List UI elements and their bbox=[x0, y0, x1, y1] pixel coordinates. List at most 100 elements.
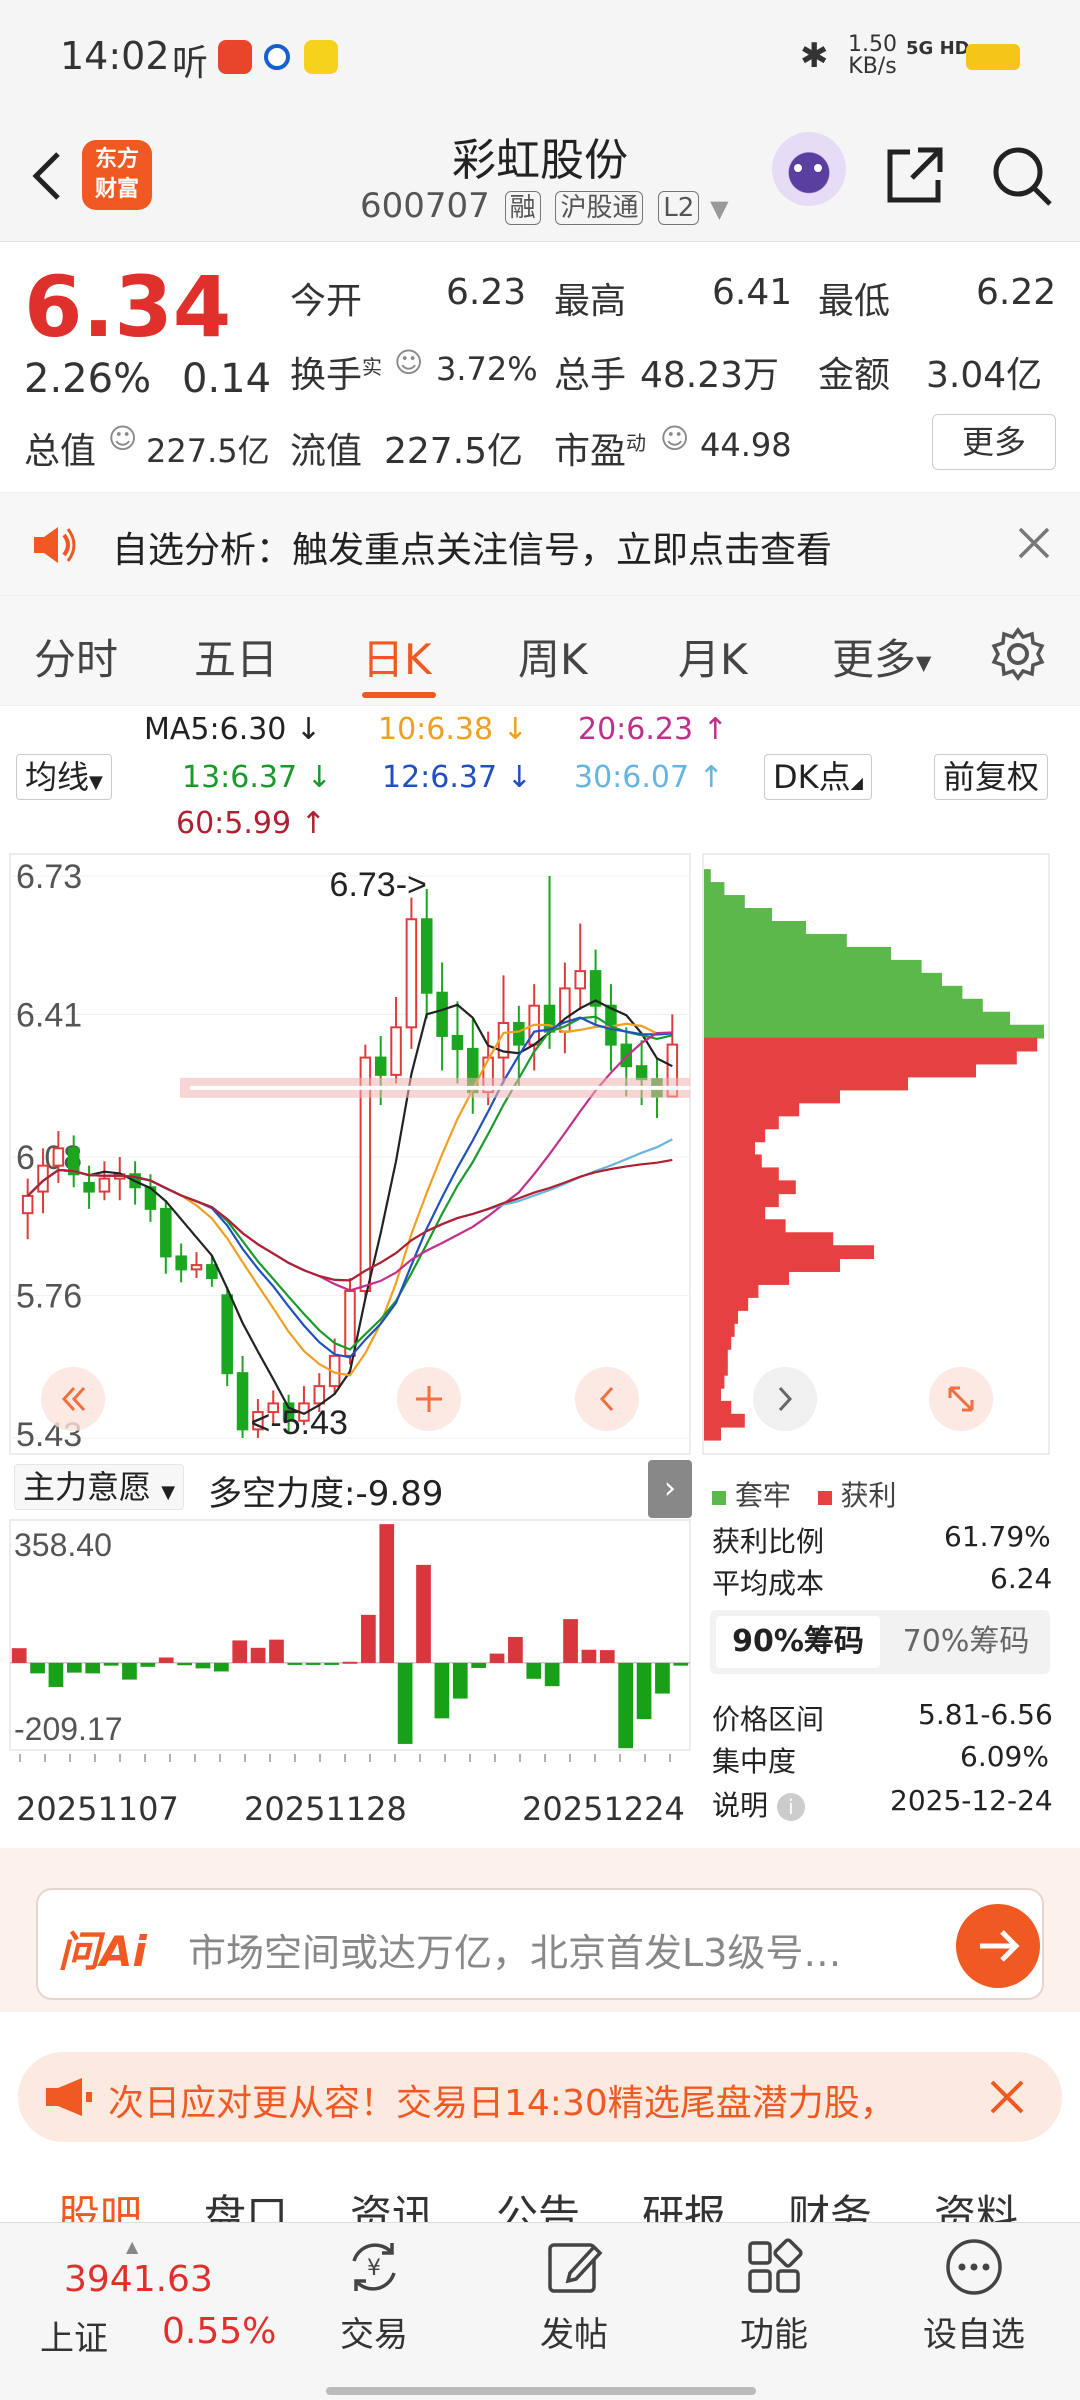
x-label-start: 20251107 bbox=[16, 1790, 179, 1828]
chip-bar bbox=[704, 1141, 755, 1156]
avg-cost-label: 平均成本 bbox=[712, 1567, 825, 1600]
arrow-right-icon[interactable] bbox=[956, 1904, 1040, 1988]
chip-bar bbox=[704, 1037, 1038, 1052]
info-icon[interactable]: i bbox=[776, 1793, 805, 1821]
candle-body bbox=[390, 1026, 402, 1076]
ma60-value: 60:5.99 ↑ bbox=[176, 806, 326, 841]
indicator-selector[interactable]: 主力意愿 ▼ bbox=[14, 1464, 185, 1510]
indicator-value: 多空力度:-9.89 bbox=[208, 1474, 444, 1514]
chip-bar bbox=[704, 895, 745, 909]
tab-intraday[interactable]: 分时 bbox=[34, 626, 118, 687]
chip-bar bbox=[704, 1219, 786, 1234]
dk-point-button[interactable]: DK点◢ bbox=[764, 754, 872, 800]
indicator-bar bbox=[122, 1662, 137, 1680]
tab-more[interactable]: 更多▼ bbox=[832, 626, 931, 687]
forward-adjust-button[interactable]: 前复权 bbox=[934, 754, 1049, 800]
indicator-bar bbox=[397, 1662, 413, 1744]
candle-body bbox=[374, 1056, 387, 1076]
volume-value: 48.23万 bbox=[640, 355, 780, 396]
volume-label: 总手 bbox=[554, 355, 627, 396]
chip-bar bbox=[704, 908, 772, 922]
indicator-bar bbox=[11, 1648, 27, 1663]
candle-body bbox=[420, 918, 433, 994]
ma30-line bbox=[26, 1138, 673, 1282]
chip-bar bbox=[704, 1024, 1044, 1039]
indicator-bar bbox=[544, 1662, 560, 1687]
tag-level2: L2 bbox=[658, 190, 700, 225]
indicator-chart[interactable]: 358.40 -209.17 bbox=[0, 1518, 700, 1768]
indicator-bar bbox=[599, 1650, 615, 1663]
zoom-in-icon[interactable] bbox=[396, 1366, 462, 1432]
index-widget[interactable]: ▲ 3941.63 上证 0.55% bbox=[40, 2237, 290, 2369]
chip-bar bbox=[704, 882, 725, 896]
chip-bar bbox=[704, 1193, 779, 1208]
x-label-mid: 20251128 bbox=[244, 1790, 407, 1828]
function-button[interactable]: 功能 bbox=[714, 2235, 834, 2356]
info-dot-icon[interactable]: ☺ bbox=[394, 346, 423, 379]
dropdown-triangle-icon: ▼ bbox=[916, 650, 932, 675]
ma-selector[interactable]: 均线▼ bbox=[16, 754, 112, 800]
chip-bar bbox=[704, 1180, 796, 1195]
indicator-bar bbox=[452, 1662, 468, 1699]
candle-body bbox=[52, 1147, 65, 1167]
candle-body bbox=[313, 1385, 326, 1405]
info-dot-icon[interactable]: ☺ bbox=[108, 422, 137, 455]
svg-text:¥: ¥ bbox=[367, 2256, 381, 2281]
tag-margin: 融 bbox=[504, 190, 541, 225]
ai-robot-avatar[interactable] bbox=[772, 132, 846, 206]
indicator-bar bbox=[85, 1662, 101, 1674]
kline-chart[interactable]: 6.736.416.085.765.436.73-><-5.43 bbox=[0, 846, 700, 1456]
close-icon[interactable] bbox=[1016, 525, 1052, 561]
scroll-left-fast-icon[interactable] bbox=[40, 1366, 106, 1432]
expand-icon[interactable] bbox=[928, 1366, 994, 1432]
settings-gear-icon[interactable] bbox=[990, 626, 1046, 682]
chip-bar bbox=[704, 1206, 766, 1221]
indicator-bar bbox=[48, 1662, 64, 1687]
chip-next-icon[interactable] bbox=[752, 1366, 818, 1432]
add-watchlist-button[interactable]: 设自选 bbox=[914, 2235, 1034, 2356]
indicator-bar bbox=[618, 1662, 634, 1749]
index-name: 上证 bbox=[40, 2319, 108, 2359]
bottom-toolbar: ▲ 3941.63 上证 0.55% ¥ 交易 发帖 功能 设自选 bbox=[0, 2222, 1080, 2400]
ai-search-placeholder: 市场空间或达万亿，北京首发L3级号… bbox=[188, 1931, 842, 1975]
post-button[interactable]: 发帖 bbox=[514, 2235, 634, 2356]
search-icon[interactable] bbox=[990, 144, 1054, 208]
chip-bar bbox=[704, 1245, 874, 1259]
indicator-bar bbox=[30, 1662, 45, 1674]
tab-weekly-k[interactable]: 周K bbox=[518, 626, 588, 687]
tab-chip-70[interactable]: 70%筹码 bbox=[886, 1616, 1046, 1668]
chip-bar bbox=[704, 1102, 800, 1117]
promo-banner[interactable]: 次日应对更从容！交易日14:30精选尾盘潜力股， bbox=[18, 2052, 1062, 2142]
chip-bar bbox=[704, 1348, 728, 1363]
chip-bar bbox=[704, 1011, 1010, 1026]
trade-button[interactable]: ¥ 交易 bbox=[314, 2235, 434, 2356]
indicator-switch-button[interactable]: › bbox=[648, 1460, 692, 1518]
tab-chip-90[interactable]: 90%筹码 bbox=[716, 1616, 880, 1668]
tab-daily-k[interactable]: 日K bbox=[362, 626, 432, 687]
trade-icon: ¥ bbox=[352, 2243, 396, 2291]
chip-bar bbox=[704, 1063, 976, 1078]
indicator-bar bbox=[379, 1524, 395, 1663]
last-price: 6.34 bbox=[24, 258, 232, 356]
dropdown-triangle-icon[interactable]: ▼ bbox=[710, 195, 728, 223]
bluetooth-icon: ✱ bbox=[800, 36, 829, 76]
pe-label: 市盈动 bbox=[554, 431, 647, 472]
ai-search-box[interactable]: 问Ai 市场空间或达万亿，北京首发L3级号… bbox=[36, 1888, 1044, 2000]
tab-five-day[interactable]: 五日 bbox=[194, 626, 278, 687]
candle-body bbox=[221, 1294, 233, 1375]
content-tab-strip: 股吧 盘口 资讯 公告 研报 财务 资料 bbox=[0, 2150, 1080, 2230]
y-tick-label: 5.76 bbox=[16, 1277, 82, 1315]
net-speed: 1.50 KB/s bbox=[848, 32, 897, 79]
share-icon[interactable] bbox=[884, 144, 946, 206]
stock-code: 600707 bbox=[360, 186, 490, 226]
indicator-bar bbox=[269, 1639, 284, 1663]
info-dot-icon[interactable]: ☺ bbox=[660, 422, 689, 455]
scroll-left-icon[interactable] bbox=[574, 1366, 640, 1432]
more-quote-button[interactable]: 更多 bbox=[932, 414, 1056, 470]
chip-distribution-chart[interactable] bbox=[702, 846, 1050, 1456]
notice-banner[interactable]: 自选分析：触发重点关注信号，立即点击查看 bbox=[0, 492, 1080, 596]
close-icon[interactable] bbox=[988, 2078, 1026, 2116]
tab-monthly-k[interactable]: 月K bbox=[678, 626, 748, 687]
navigation-bar: 东方 财富 彩虹股份 600707 融 沪股通 L2 ▼ bbox=[0, 110, 1080, 242]
max-price-label: 6.73-> bbox=[330, 866, 427, 904]
